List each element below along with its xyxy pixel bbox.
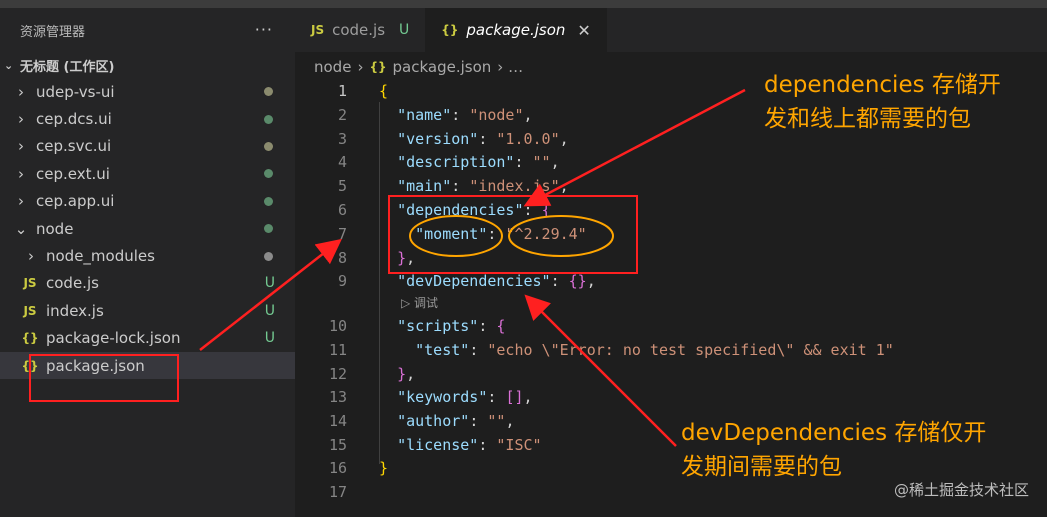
- watermark: @稀土掘金技术社区: [893, 481, 1029, 499]
- arrow-to-dev-dependencies: [524, 294, 677, 447]
- annotation-dev-dependencies: devDependencies 存储仅开 发期间需要的包: [681, 416, 986, 484]
- arrow-to-package-json: [199, 238, 342, 351]
- highlight-ellipse-version: [508, 215, 614, 257]
- annotation-line: devDependencies 存储仅开: [681, 420, 987, 446]
- highlight-box-dependencies: [388, 195, 638, 274]
- annotation-line: 发和线上都需要的包: [764, 106, 971, 132]
- annotation-dependencies: dependencies 存储开 发和线上都需要的包: [764, 68, 1001, 136]
- highlight-ellipse-moment: [409, 215, 503, 257]
- highlight-box-package-json: [29, 354, 179, 402]
- annotation-line: dependencies 存储开: [764, 72, 1001, 98]
- arrow-to-dependencies: [523, 88, 746, 207]
